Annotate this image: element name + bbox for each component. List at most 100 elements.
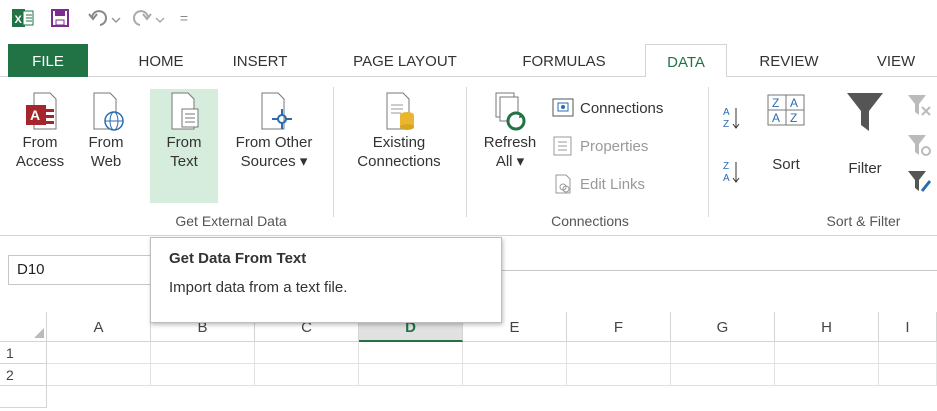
tab-review[interactable]: REVIEW (746, 44, 832, 77)
cell-i1[interactable] (879, 342, 937, 364)
cell-b1[interactable] (151, 342, 255, 364)
svg-text:A: A (772, 111, 780, 125)
svg-text:A: A (30, 107, 40, 123)
svg-text:Z: Z (772, 96, 779, 110)
connections-icon (552, 98, 574, 117)
text-file-icon (171, 92, 199, 130)
tab-formulas[interactable]: FORMULAS (502, 44, 626, 77)
cell-c2[interactable] (255, 364, 359, 386)
advanced-filter-button[interactable] (906, 169, 932, 195)
access-icon: A (26, 92, 57, 130)
sort-button[interactable]: ZAAZ Sort (758, 89, 814, 174)
formula-bar-border (500, 270, 937, 271)
from-other-sources-button[interactable]: From Other Sources ▾ (222, 89, 326, 171)
cell-a1[interactable] (47, 342, 151, 364)
from-text-line1: From (166, 134, 202, 151)
filter-button[interactable]: Filter (836, 89, 894, 178)
row-header-2[interactable]: 2 (0, 364, 47, 386)
column-header-f[interactable]: F (567, 312, 671, 342)
advanced-filter-icon (908, 171, 932, 192)
column-header-i[interactable]: I (879, 312, 937, 342)
sort-za-icon: ZA (723, 161, 740, 184)
sort-az-button[interactable]: AZ (722, 105, 742, 131)
tab-file[interactable]: FILE (8, 44, 88, 77)
properties-label: Properties (580, 137, 649, 155)
svg-text:A: A (723, 107, 730, 118)
cell-a2[interactable] (47, 364, 151, 386)
tab-view[interactable]: VIEW (858, 44, 934, 77)
existing-line2: Connections (357, 153, 441, 170)
svg-text:Z: Z (790, 111, 797, 125)
row-header-3[interactable] (0, 386, 47, 408)
cell-f1[interactable] (567, 342, 671, 364)
clear-filter-button[interactable] (906, 93, 932, 119)
cell-e1[interactable] (463, 342, 567, 364)
column-header-h[interactable]: H (775, 312, 879, 342)
group-separator (466, 87, 467, 217)
tab-page-layout[interactable]: PAGE LAYOUT (330, 44, 480, 77)
sort-az-icon: AZ (723, 107, 740, 130)
from-other-line2: Sources ▾ (240, 153, 308, 170)
properties-icon (553, 136, 572, 156)
svg-text:Z: Z (723, 119, 729, 130)
existing-line1: Existing (372, 134, 426, 151)
spreadsheet-grid: A B C D E F G H I 1 2 (0, 312, 937, 411)
row-header-1[interactable]: 1 (0, 342, 47, 364)
web-globe-icon (93, 92, 124, 131)
cell-d1[interactable] (359, 342, 463, 364)
sort-za-button[interactable]: ZA (722, 159, 742, 185)
from-access-line2: Access (15, 153, 65, 170)
select-all-corner[interactable] (0, 312, 47, 342)
refresh-icon (495, 92, 526, 131)
properties-button[interactable]: Properties (552, 133, 648, 159)
sort-dialog-icon: Z AA Z (767, 94, 805, 126)
tab-home[interactable]: HOME (128, 44, 194, 77)
refresh-all-button[interactable]: Refresh All ▾ (474, 89, 546, 171)
cell-g2[interactable] (671, 364, 775, 386)
cell-f2[interactable] (567, 364, 671, 386)
column-header-g[interactable]: G (671, 312, 775, 342)
customize-qat-icon[interactable]: = (174, 6, 194, 30)
cell-c1[interactable] (255, 342, 359, 364)
cell-g1[interactable] (671, 342, 775, 364)
connections-button[interactable]: Connections (552, 95, 663, 121)
from-access-line1: From (22, 134, 58, 151)
from-web-button[interactable]: From Web (80, 89, 132, 171)
filter-label: Filter (848, 160, 882, 177)
cell-h1[interactable] (775, 342, 879, 364)
cell-e2[interactable] (463, 364, 567, 386)
cell-d2[interactable] (359, 364, 463, 386)
column-header-a[interactable]: A (47, 312, 151, 342)
svg-text:X: X (15, 14, 23, 26)
filter-funnel-icon (847, 93, 883, 131)
from-other-line1: From Other (235, 134, 313, 151)
from-web-line1: From (88, 134, 124, 151)
svg-text:A: A (723, 173, 730, 184)
group-separator (708, 87, 709, 217)
tab-insert[interactable]: INSERT (222, 44, 298, 77)
tooltip-description: Import data from a text file. (169, 279, 348, 296)
undo-icon[interactable] (86, 6, 126, 30)
name-box[interactable]: D10 (8, 255, 158, 285)
tab-data[interactable]: DATA (645, 44, 727, 78)
edit-links-label: Edit Links (580, 175, 646, 193)
from-web-line2: Web (90, 153, 122, 170)
redo-icon[interactable] (130, 6, 170, 30)
tooltip: Get Data From Text Import data from a te… (150, 237, 502, 323)
edit-links-icon (555, 174, 571, 194)
from-access-button[interactable]: A From Access (14, 89, 66, 171)
existing-connections-icon (386, 92, 414, 130)
ribbon-tabs: FILE HOME INSERT PAGE LAYOUT FORMULAS DA… (0, 44, 937, 78)
cell-h2[interactable] (775, 364, 879, 386)
quick-access-toolbar: X = (0, 0, 937, 36)
edit-links-button[interactable]: Edit Links (552, 171, 645, 197)
tooltip-title: Get Data From Text (169, 250, 307, 267)
save-icon[interactable] (46, 6, 74, 30)
cell-i2[interactable] (879, 364, 937, 386)
cell-b2[interactable] (151, 364, 255, 386)
existing-connections-button[interactable]: Existing Connections (340, 89, 458, 171)
reapply-button[interactable] (906, 133, 932, 159)
get-external-data-label: Get External Data (175, 213, 287, 229)
excel-logo-icon: X (10, 6, 36, 30)
from-text-button[interactable]: From Text (150, 89, 218, 203)
